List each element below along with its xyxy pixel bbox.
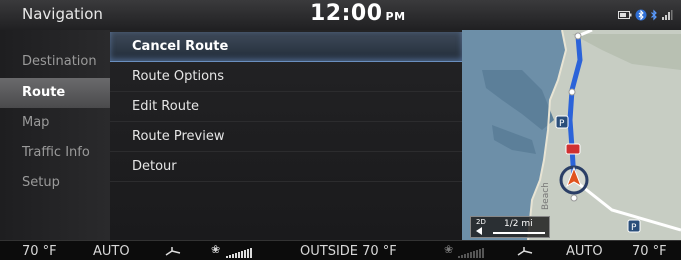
turn-point <box>570 194 578 202</box>
clock-ampm: PM <box>385 10 406 23</box>
fan-speed-left[interactable] <box>226 248 252 258</box>
bluetooth-icon <box>651 9 657 21</box>
fan-speed-right[interactable] <box>458 248 484 258</box>
compass-arrow-icon <box>476 227 482 235</box>
route-menu: Cancel Route Route Options Edit Route Ro… <box>110 30 462 240</box>
clock: 12:00 PM <box>310 1 406 26</box>
map-scale-bar <box>493 232 545 234</box>
signal-icon <box>662 10 673 20</box>
map-view[interactable]: P P Beach 2D 1/2 mi <box>462 30 681 240</box>
airflow-left-icon[interactable] <box>164 245 184 257</box>
status-icons <box>618 9 673 21</box>
menu-item-edit-route[interactable]: Edit Route <box>110 92 462 122</box>
climate-bar: 70 °F AUTO ❀ OUTSIDE 70 °F ❀ AUTO 70 °F <box>0 240 681 260</box>
map-scale-control[interactable]: 2D 1/2 mi <box>470 216 550 238</box>
menu-item-route-preview[interactable]: Route Preview <box>110 122 462 152</box>
fan-left-icon: ❀ <box>211 243 221 256</box>
parking-poi-letter: P <box>559 119 565 129</box>
sidebar-item-destination[interactable]: Destination <box>0 47 110 77</box>
view-mode-label: 2D <box>476 218 486 226</box>
clock-time: 12:00 <box>310 1 383 26</box>
map-scale-label: 1/2 mi <box>504 219 533 229</box>
map-graphic: P P Beach <box>462 30 681 240</box>
outside-temp: OUTSIDE 70 °F <box>300 244 397 259</box>
navigation-screen: Navigation 12:00 PM Destination Route Ma… <box>0 0 681 260</box>
parking-poi-letter-2: P <box>631 223 637 233</box>
battery-icon <box>618 11 632 19</box>
route-line <box>567 33 583 183</box>
bluetooth-phone-icon <box>635 9 647 21</box>
highway-shield <box>565 143 581 155</box>
route-waypoint-mid <box>568 88 576 96</box>
right-auto[interactable]: AUTO <box>566 244 603 259</box>
beach-label: Beach <box>541 182 551 210</box>
sidebar-item-setup[interactable]: Setup <box>0 168 110 198</box>
land-patch <box>572 34 681 70</box>
route-waypoint-top <box>574 32 582 40</box>
left-auto[interactable]: AUTO <box>93 244 130 259</box>
menu-item-detour[interactable]: Detour <box>110 152 462 182</box>
left-temp[interactable]: 70 °F <box>22 244 57 259</box>
sidebar: Destination Route Map Traffic Info Setup <box>0 30 110 240</box>
fan-right-icon: ❀ <box>444 243 454 256</box>
right-temp[interactable]: 70 °F <box>632 244 667 259</box>
sidebar-item-map[interactable]: Map <box>0 108 110 138</box>
top-status-bar: Navigation 12:00 PM <box>0 0 681 31</box>
menu-item-cancel-route[interactable]: Cancel Route <box>110 32 462 62</box>
sidebar-item-route[interactable]: Route <box>0 78 110 108</box>
airflow-right-icon[interactable] <box>516 245 536 257</box>
app-title: Navigation <box>22 5 103 23</box>
sidebar-item-traffic-info[interactable]: Traffic Info <box>0 138 110 168</box>
menu-item-route-options[interactable]: Route Options <box>110 62 462 92</box>
